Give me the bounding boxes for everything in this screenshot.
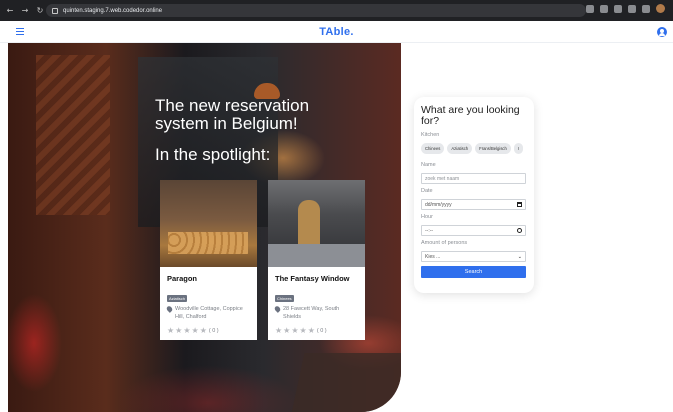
date-input[interactable]: dd/mm/yyyy [421, 199, 526, 210]
restaurant-address: Woodville Cottage, Coppice Hill, Chalfor… [165, 305, 250, 321]
rating: ★ ★ ★ ★ ★ ( 0 ) [167, 327, 250, 335]
search-panel: What are you looking for? Kitchen Chinee… [414, 97, 534, 293]
browser-extensions [586, 4, 665, 13]
user-account-icon[interactable] [657, 27, 667, 37]
persons-label: Amount of persons [421, 240, 468, 246]
star-icon: ★ [199, 326, 207, 335]
extension-icon[interactable] [628, 4, 636, 13]
calendar-icon[interactable] [517, 202, 522, 207]
address-bar-url: quinten.staging.7.web.codedor.online [63, 7, 163, 14]
rating-count: ( 0 ) [316, 328, 327, 334]
kitchen-label: Kitchen [421, 132, 440, 138]
extension-icon[interactable] [600, 4, 608, 13]
kitchen-chip[interactable]: Frans/Belgisch [475, 143, 511, 154]
star-icon[interactable] [614, 4, 622, 13]
rating-count: ( 0 ) [208, 328, 219, 334]
chevron-down-icon: ⌄ [517, 253, 522, 260]
location-pin-icon [165, 305, 174, 313]
search-button[interactable]: Search [421, 266, 526, 278]
star-icon: ★ [307, 326, 315, 335]
kitchen-chip[interactable]: Aziatisch [447, 143, 473, 154]
app-header: TAble. [0, 21, 673, 43]
search-title: What are you looking for? [421, 104, 520, 127]
address-bar[interactable]: quinten.staging.7.web.codedor.online [46, 4, 586, 17]
star-icon: ★ [183, 326, 191, 335]
star-icon: ★ [275, 326, 283, 335]
restaurant-image [160, 180, 257, 267]
clock-icon[interactable] [517, 228, 522, 233]
puzzle-icon[interactable] [642, 4, 650, 13]
back-icon[interactable]: ← [6, 6, 14, 15]
restaurant-address: 28 Fawcett Way, South Shields [273, 305, 358, 321]
extension-icon[interactable] [586, 4, 594, 13]
address-text: 28 Fawcett Way, South Shields [283, 306, 340, 320]
address-text: Woodville Cottage, Coppice Hill, Chalfor… [175, 306, 243, 320]
forward-icon[interactable]: → [21, 6, 29, 15]
logo[interactable]: TAble. [0, 26, 673, 38]
reload-icon[interactable]: ↻ [36, 6, 44, 15]
star-icon: ★ [191, 326, 199, 335]
kitchen-chip[interactable]: Chinees [421, 143, 445, 154]
restaurant-image [268, 180, 365, 267]
name-placeholder: zoek met naam [425, 175, 460, 182]
persons-value: Kies ... [425, 253, 441, 260]
kitchen-chip[interactable]: I [513, 143, 524, 154]
hero-title: The new reservation system in Belgium! [155, 96, 310, 133]
star-icon: ★ [283, 326, 291, 335]
hero-decor [36, 55, 110, 215]
restaurant-name[interactable]: Paragon [167, 274, 250, 283]
profile-avatar[interactable] [656, 4, 665, 13]
persons-select[interactable]: Kies ... ⌄ [421, 251, 526, 262]
star-icon: ★ [291, 326, 299, 335]
browser-toolbar: ← → ↻ quinten.staging.7.web.codedor.onli… [0, 0, 673, 21]
date-label: Date [421, 188, 433, 194]
name-input[interactable]: zoek met naam [421, 173, 526, 184]
hour-placeholder: --:-- [425, 227, 434, 234]
name-label: Name [421, 162, 436, 168]
cuisine-tag: Aziatisch [167, 295, 188, 302]
star-icon: ★ [167, 326, 175, 335]
spotlight-heading: In the spotlight: [155, 145, 271, 164]
cuisine-tag: Chinees [275, 295, 294, 302]
restaurant-card[interactable]: The Fantasy Window Chinees 28 Fawcett Wa… [268, 180, 365, 340]
location-pin-icon [273, 305, 282, 313]
hour-label: Hour [421, 214, 433, 220]
star-icon: ★ [299, 326, 307, 335]
browser-nav: ← → ↻ [6, 6, 44, 15]
kitchen-filter-chips: Chinees Aziatisch Frans/Belgisch I [421, 143, 527, 154]
restaurant-name[interactable]: The Fantasy Window [275, 274, 358, 283]
star-icon: ★ [175, 326, 183, 335]
lock-icon [52, 7, 58, 14]
hour-input[interactable]: --:-- [421, 225, 526, 236]
hero-decor [291, 353, 401, 412]
restaurant-card[interactable]: Paragon Aziatisch Woodville Cottage, Cop… [160, 180, 257, 340]
date-placeholder: dd/mm/yyyy [425, 201, 452, 208]
rating: ★ ★ ★ ★ ★ ( 0 ) [275, 327, 358, 335]
